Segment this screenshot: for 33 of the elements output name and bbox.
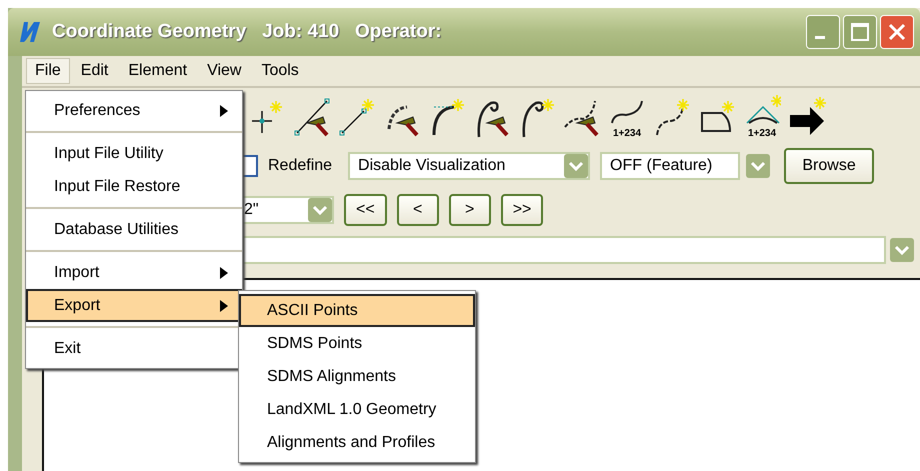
- menu-option[interactable]: Alignments and Profiles: [239, 426, 475, 459]
- redefine-label: Redefine: [268, 157, 332, 175]
- menu-option[interactable]: Exit: [26, 332, 242, 365]
- feature-dropdown[interactable]: OFF (Feature): [600, 152, 740, 180]
- menu-option[interactable]: Input File Utility: [26, 137, 242, 170]
- nav-button[interactable]: >>: [500, 194, 544, 226]
- menu-item[interactable]: Edit: [72, 58, 118, 84]
- logo-icon: [18, 20, 42, 44]
- element-dropdown[interactable]: 2": [242, 196, 334, 224]
- nav-button[interactable]: <: [396, 194, 439, 226]
- menu-item[interactable]: Element: [119, 58, 196, 84]
- redefine-checkbox[interactable]: [242, 155, 258, 177]
- minimize-button[interactable]: [806, 15, 840, 49]
- visualization-dropdown[interactable]: Disable Visualization: [348, 152, 590, 180]
- menu-option[interactable]: Export: [26, 289, 242, 322]
- menu-option[interactable]: LandXML 1.0 Geometry: [239, 393, 475, 426]
- menu-option[interactable]: Import: [26, 256, 242, 289]
- menu-option[interactable]: SDMS Alignments: [239, 360, 475, 393]
- maximize-button[interactable]: [843, 15, 877, 49]
- menu-option[interactable]: ASCII Points: [239, 294, 475, 327]
- menu-option[interactable]: Preferences: [26, 94, 242, 127]
- window-title: Coordinate Geometry Job: 410 Operator:: [52, 21, 443, 43]
- menu-option[interactable]: Database Utilities: [26, 213, 242, 246]
- menu-item[interactable]: Tools: [252, 58, 308, 84]
- menu-item[interactable]: View: [198, 58, 250, 84]
- menu-option[interactable]: SDMS Points: [239, 327, 475, 360]
- menu-item[interactable]: File: [26, 58, 70, 84]
- command-field[interactable]: [242, 236, 886, 264]
- nav-button[interactable]: <<: [344, 194, 387, 226]
- close-button[interactable]: [880, 15, 914, 49]
- nav-button[interactable]: >: [448, 194, 491, 226]
- menu-option[interactable]: Input File Restore: [26, 170, 242, 203]
- browse-button[interactable]: Browse: [784, 148, 874, 184]
